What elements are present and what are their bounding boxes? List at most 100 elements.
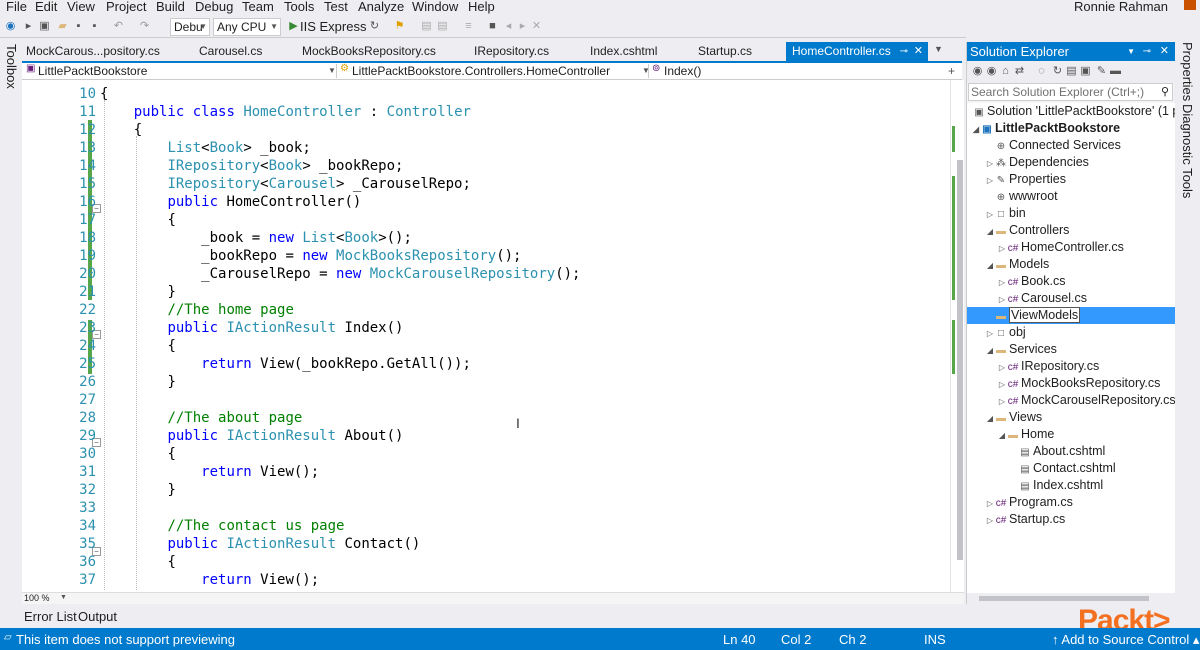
collapsed-icon[interactable]: ▷	[985, 495, 995, 512]
code-line[interactable]: }	[100, 283, 175, 301]
tree-node-irepository[interactable]: ▷ c# IRepository.cs	[997, 358, 1099, 375]
refresh-icon[interactable]: ↻	[368, 20, 381, 33]
code-line[interactable]: }	[100, 481, 175, 499]
tree-node-solution[interactable]: ▣ Solution 'LittlePacktBookstore' (1 pr	[973, 103, 1175, 120]
platform-select[interactable]: Any CPU ▼	[213, 18, 281, 36]
code-line[interactable]: {	[100, 553, 175, 571]
scroll-thumb[interactable]	[957, 160, 963, 560]
tab-output[interactable]: Output	[78, 609, 117, 624]
bookmark-next-icon[interactable]: ▸	[516, 20, 529, 33]
forward-icon[interactable]: ▸	[22, 20, 35, 33]
tree-node-home[interactable]: ◢ ▬ Home	[997, 426, 1054, 443]
tab-overflow-icon[interactable]: ▼	[934, 44, 943, 54]
undo-icon[interactable]: ↶	[112, 20, 125, 33]
collapsed-icon[interactable]: ▷	[997, 376, 1007, 393]
tab-home-controller[interactable]: HomeController.cs ⊸ ✕	[786, 42, 928, 61]
expanded-icon[interactable]: ◢	[971, 121, 981, 138]
code-line[interactable]: _CarouselRepo = new MockCarouselReposito…	[100, 265, 580, 283]
tree-node-home-controller[interactable]: ▷ c# HomeController.cs	[997, 239, 1124, 256]
expanded-icon[interactable]: ◢	[985, 223, 995, 240]
solution-explorer-hscrollbar[interactable]	[967, 593, 1175, 604]
redo-icon[interactable]: ↷	[138, 20, 151, 33]
code-line[interactable]: return View();	[100, 571, 319, 589]
menu-window[interactable]: Window	[412, 0, 458, 14]
collapsed-icon[interactable]: ▷	[997, 359, 1007, 376]
collapsed-icon[interactable]: ▷	[985, 155, 995, 172]
solution-explorer-search[interactable]: Search Solution Explorer (Ctrl+;) ⚲	[968, 83, 1173, 101]
tree-node-wwwroot[interactable]: ⊕ wwwroot	[985, 188, 1058, 205]
menu-project[interactable]: Project	[106, 0, 146, 14]
menu-team[interactable]: Team	[242, 0, 274, 14]
bookmark-icon[interactable]: ■	[486, 20, 499, 33]
chevron-down-icon[interactable]: ▼	[1127, 42, 1135, 61]
tree-node-book[interactable]: ▷ c# Book.cs	[997, 273, 1066, 290]
code-line[interactable]: //The contact us page	[100, 517, 344, 535]
tree-node-connected-services[interactable]: ⊕ Connected Services	[985, 137, 1121, 154]
tree-node-program[interactable]: ▷ c# Program.cs	[985, 494, 1073, 511]
code-line[interactable]: IRepository<Book> _bookRepo;	[100, 157, 403, 175]
code-line[interactable]: //The home page	[100, 301, 293, 319]
home-icon[interactable]: ⌂	[999, 65, 1012, 78]
back-icon[interactable]: ◉	[971, 65, 984, 78]
tab-irepository[interactable]: IRepository.cs	[474, 42, 549, 61]
tree-node-bin[interactable]: ▷ □ bin	[985, 205, 1026, 222]
toolbar-icon-a[interactable]: ▤	[420, 20, 433, 33]
menu-analyze[interactable]: Analyze	[358, 0, 404, 14]
code-line[interactable]: _book = new List<Book>();	[100, 229, 412, 247]
play-icon[interactable]: ▶	[287, 20, 300, 33]
code-line[interactable]: {	[100, 211, 175, 229]
config-select[interactable]: Debu ▼	[170, 18, 210, 36]
refresh-icon[interactable]: ↻	[1051, 65, 1064, 78]
search-icon[interactable]: ⚲	[1161, 84, 1169, 100]
code-line[interactable]: return View();	[100, 463, 319, 481]
tree-node-properties[interactable]: ▷ ✎ Properties	[985, 171, 1066, 188]
collapsed-icon[interactable]: ▷	[997, 240, 1007, 257]
new-project-icon[interactable]: ▣	[38, 20, 51, 33]
code-line[interactable]: List<Book> _book;	[100, 139, 310, 157]
tree-node-views[interactable]: ◢ ▬ Views	[985, 409, 1042, 426]
bookmark-prev-icon[interactable]: ◂	[502, 20, 515, 33]
tree-node-mock-carousel-repository[interactable]: ▷ c# MockCarouselRepository.cs	[997, 392, 1175, 409]
tree-node-about[interactable]: ▤ About.cshtml	[1019, 443, 1105, 460]
collapsed-icon[interactable]: ▷	[985, 512, 995, 529]
forward-icon[interactable]: ◉	[985, 65, 998, 78]
code-line[interactable]: public HomeController()	[100, 193, 361, 211]
tree-node-startup[interactable]: ▷ c# Startup.cs	[985, 511, 1065, 528]
menu-build[interactable]: Build	[156, 0, 185, 14]
expanded-icon[interactable]: ◢	[997, 427, 1007, 444]
close-icon[interactable]: ✕	[1160, 42, 1169, 61]
menu-edit[interactable]: Edit	[35, 0, 57, 14]
tree-node-services[interactable]: ◢ ▬ Services	[985, 341, 1057, 358]
code-line[interactable]: IRepository<Carousel> _CarouselRepo;	[100, 175, 470, 193]
code-line[interactable]: {	[100, 121, 142, 139]
code-line[interactable]: {	[100, 445, 175, 463]
tab-mock-carousel-repository[interactable]: MockCarous...pository.cs	[26, 42, 160, 61]
tree-node-viewmodels[interactable]: ▬ ViewModels	[967, 307, 1175, 324]
code-line[interactable]	[100, 499, 167, 517]
member-dropdown[interactable]: Index()	[664, 63, 944, 79]
code-line[interactable]: {	[100, 85, 108, 103]
expanded-icon[interactable]: ◢	[985, 257, 995, 274]
user-name[interactable]: Ronnie Rahman	[1074, 0, 1168, 14]
split-icon[interactable]: +	[948, 63, 955, 79]
tab-error-list[interactable]: Error List	[24, 609, 77, 624]
collapsed-icon[interactable]: ▷	[985, 172, 995, 189]
collapsed-icon[interactable]: ▷	[997, 291, 1007, 308]
code-line[interactable]: public class HomeController : Controller	[100, 103, 471, 121]
rename-field[interactable]: ViewModels	[1009, 307, 1081, 323]
open-icon[interactable]: ▰	[56, 20, 69, 33]
toolbar-icon-b[interactable]: ▤	[436, 20, 449, 33]
toolbar-icon-c[interactable]: ≡	[462, 20, 475, 33]
preview-icon[interactable]: ▬	[1109, 65, 1122, 78]
menu-tools[interactable]: Tools	[284, 0, 314, 14]
tree-node-mock-books-repository[interactable]: ▷ c# MockBooksRepository.cs	[997, 375, 1160, 392]
tree-node-contact[interactable]: ▤ Contact.cshtml	[1019, 460, 1115, 477]
collapse-all-icon[interactable]: ▤	[1065, 65, 1078, 78]
project-dropdown[interactable]: LittlePacktBookstore	[38, 63, 328, 79]
code-line[interactable]: public IActionResult About()	[100, 427, 403, 445]
toolbox-tab[interactable]: Toolbox	[4, 44, 19, 89]
code-line[interactable]: //The about page	[100, 409, 302, 427]
bookmark-clear-icon[interactable]: ✕	[530, 20, 543, 33]
tree-node-dependencies[interactable]: ▷ ⁂ Dependencies	[985, 154, 1089, 171]
save-all-icon[interactable]: ▪	[88, 20, 101, 33]
